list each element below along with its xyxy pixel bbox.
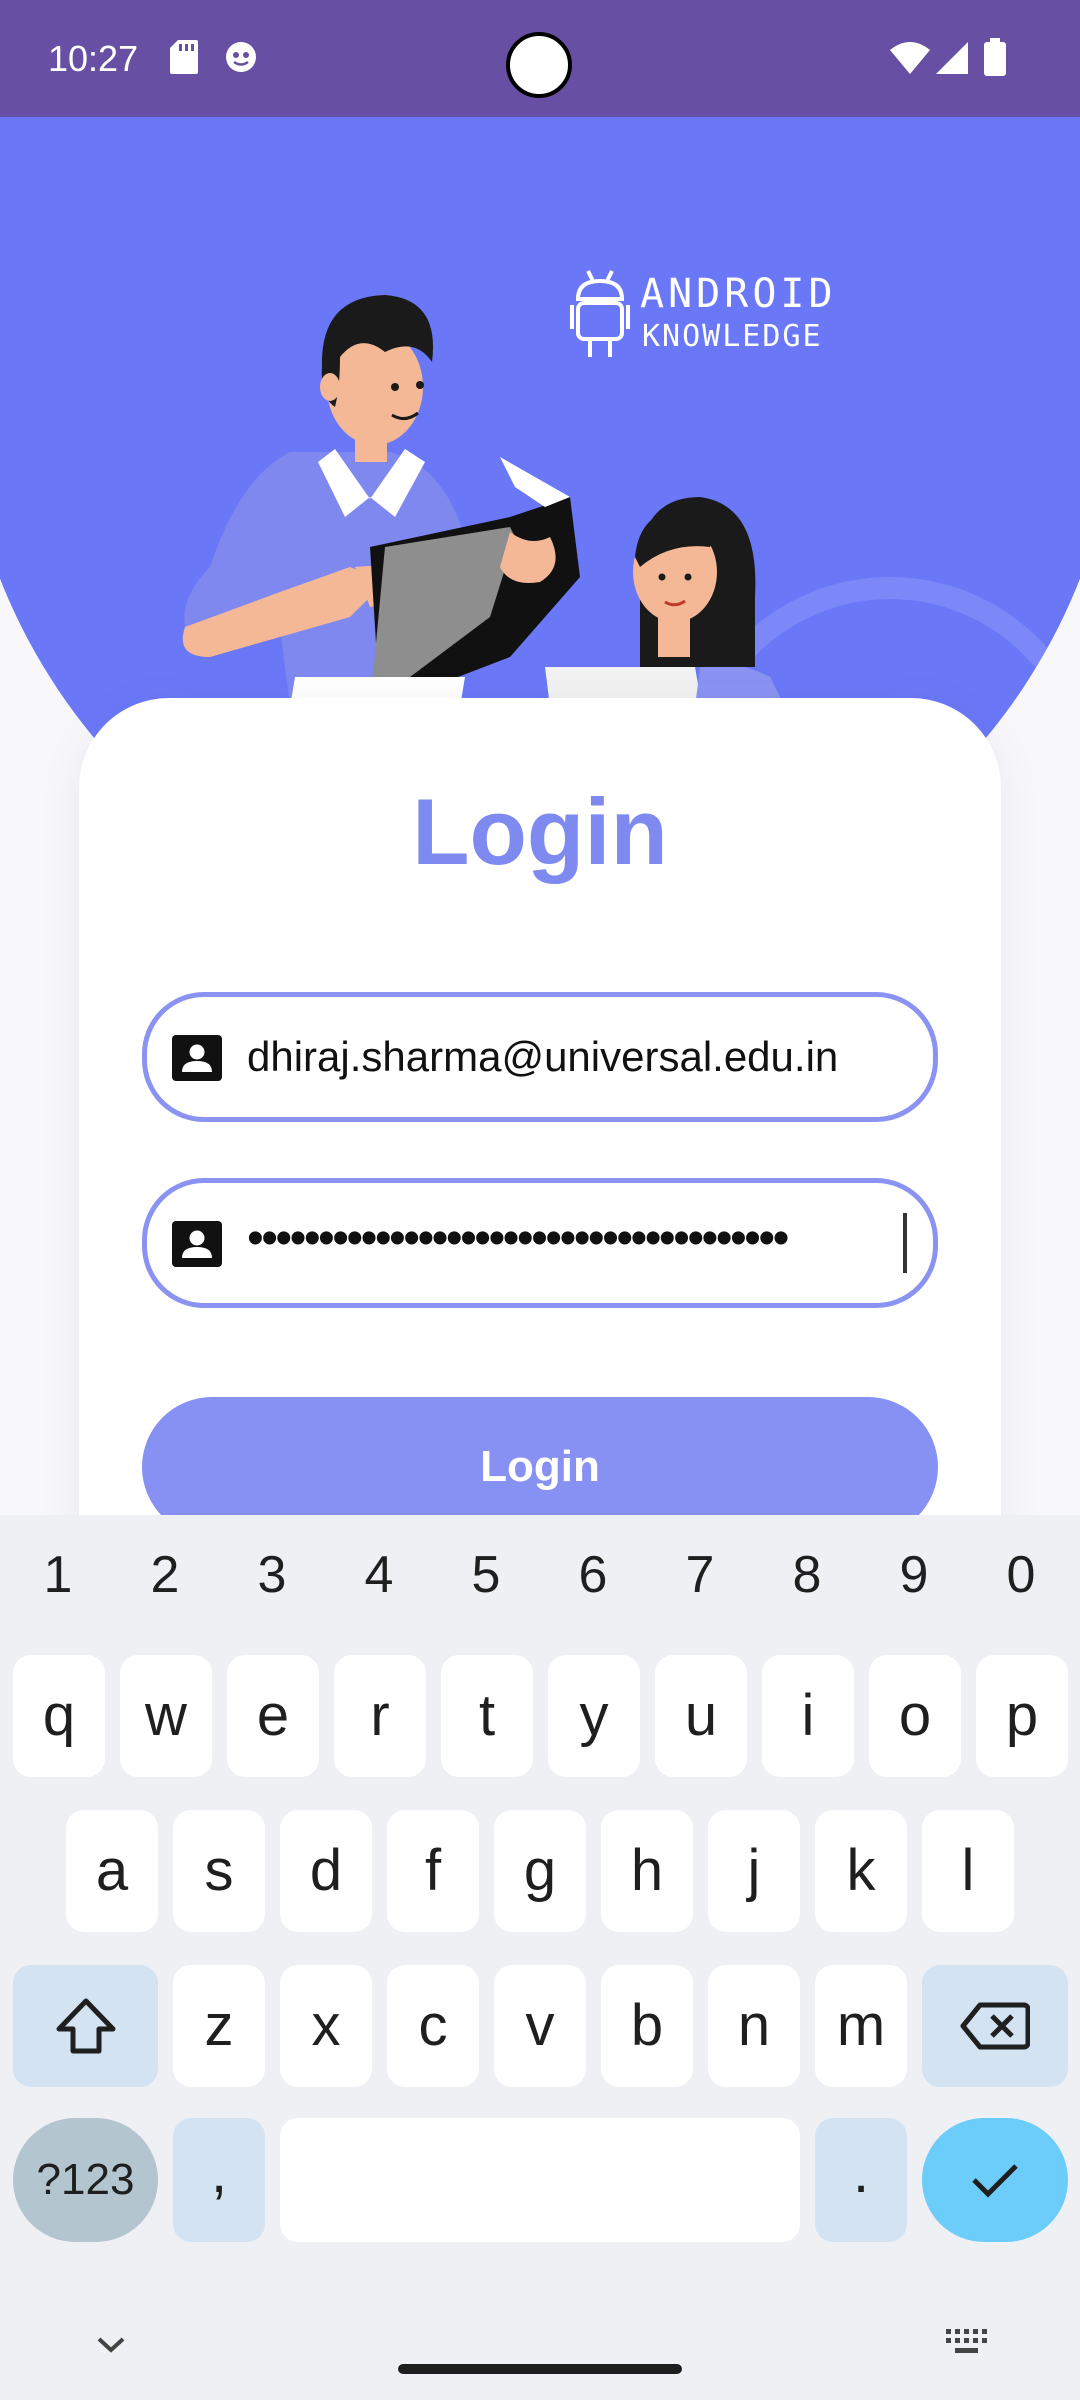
key-k[interactable]: k [815, 1810, 907, 1932]
space-key[interactable] [280, 2118, 800, 2242]
symbols-key[interactable]: ?123 [13, 2118, 158, 2242]
done-key[interactable] [922, 2118, 1068, 2242]
shift-icon [56, 1998, 115, 2054]
key-t[interactable]: t [441, 1655, 533, 1777]
key-3[interactable]: 3 [232, 1545, 312, 1605]
key-l[interactable]: l [922, 1810, 1014, 1932]
key-8[interactable]: 8 [767, 1545, 847, 1605]
contact-card-icon [172, 1035, 222, 1081]
key-z[interactable]: z [173, 1965, 265, 2087]
key-6[interactable]: 6 [553, 1545, 633, 1605]
number-row: 1 2 3 4 5 6 7 8 9 0 [0, 1545, 1080, 1635]
contact-card-icon [172, 1221, 222, 1267]
key-m[interactable]: m [815, 1965, 907, 2087]
key-p[interactable]: p [976, 1655, 1068, 1777]
key-9[interactable]: 9 [874, 1545, 954, 1605]
key-5[interactable]: 5 [446, 1545, 526, 1605]
key-r[interactable]: r [334, 1655, 426, 1777]
checkmark-icon [972, 2164, 1018, 2198]
key-4[interactable]: 4 [339, 1545, 419, 1605]
comma-key[interactable]: , [173, 2118, 265, 2242]
battery-icon [984, 38, 1006, 76]
email-input-value[interactable]: dhiraj.sharma@universal.edu.in [247, 1033, 838, 1081]
period-key[interactable]: . [815, 2118, 907, 2242]
notification-app-icon [226, 42, 256, 72]
logo-text-knowledge: KNOWLEDGE [642, 319, 823, 354]
gesture-navigation-bar[interactable] [398, 2364, 682, 2374]
key-d[interactable]: d [280, 1810, 372, 1932]
key-i[interactable]: i [762, 1655, 854, 1777]
camera-cutout [506, 32, 572, 98]
android-robot-icon [570, 270, 630, 357]
key-1[interactable]: 1 [18, 1545, 98, 1605]
key-j[interactable]: j [708, 1810, 800, 1932]
keyboard-switcher-icon[interactable] [946, 2329, 990, 2357]
text-cursor [903, 1213, 907, 1273]
logo-text-android: ANDROID [640, 271, 837, 317]
key-q[interactable]: q [13, 1655, 105, 1777]
key-2[interactable]: 2 [125, 1545, 205, 1605]
key-g[interactable]: g [494, 1810, 586, 1932]
key-o[interactable]: o [869, 1655, 961, 1777]
email-field[interactable]: dhiraj.sharma@universal.edu.in [142, 992, 938, 1122]
password-input-value[interactable]: •••••••••••••••••••••••••••••••••••••• [247, 1211, 789, 1266]
key-v[interactable]: v [494, 1965, 586, 2087]
key-7[interactable]: 7 [660, 1545, 740, 1605]
key-h[interactable]: h [601, 1810, 693, 1932]
soft-keyboard: 1 2 3 4 5 6 7 8 9 0 q w e r t y u i o p … [0, 1515, 1080, 2400]
key-a[interactable]: a [66, 1810, 158, 1932]
key-0[interactable]: 0 [981, 1545, 1061, 1605]
wifi-icon [890, 42, 930, 74]
backspace-icon [960, 2002, 1030, 2050]
key-y[interactable]: y [548, 1655, 640, 1777]
login-title: Login [412, 779, 668, 884]
key-u[interactable]: u [655, 1655, 747, 1777]
key-c[interactable]: c [387, 1965, 479, 2087]
android-knowledge-logo: ANDROID KNOWLEDGE [570, 267, 860, 367]
key-b[interactable]: b [601, 1965, 693, 2087]
password-field[interactable]: •••••••••••••••••••••••••••••••••••••• [142, 1178, 938, 1308]
status-time: 10:27 [48, 38, 139, 79]
status-bar: 10:27 [0, 0, 1080, 117]
sd-card-icon [170, 40, 198, 74]
key-s[interactable]: s [173, 1810, 265, 1932]
key-e[interactable]: e [227, 1655, 319, 1777]
key-x[interactable]: x [280, 1965, 372, 2087]
key-f[interactable]: f [387, 1810, 479, 1932]
cellular-signal-icon [936, 42, 968, 74]
shift-key[interactable] [13, 1965, 158, 2087]
hide-keyboard-chevron-icon[interactable] [96, 2335, 126, 2355]
backspace-key[interactable] [922, 1965, 1068, 2087]
key-n[interactable]: n [708, 1965, 800, 2087]
key-w[interactable]: w [120, 1655, 212, 1777]
